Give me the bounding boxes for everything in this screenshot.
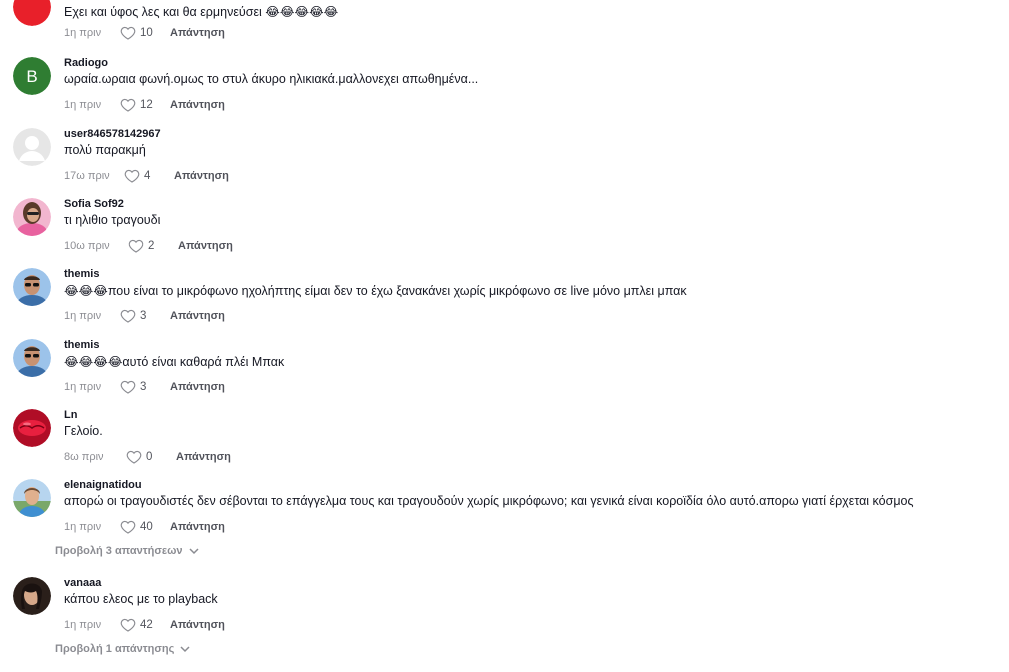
comment-username[interactable]: elenaignatidou <box>64 479 142 491</box>
like-count: 40 <box>140 521 153 533</box>
like-count: 2 <box>148 240 155 252</box>
heart-icon <box>120 309 136 323</box>
comment-username[interactable]: Radiogo <box>64 57 108 69</box>
like-count: 3 <box>140 310 147 322</box>
comment-text: Γελοίο. <box>64 424 103 438</box>
like-button[interactable]: 4 <box>124 169 158 183</box>
comment-username[interactable]: vanaaa <box>64 577 101 589</box>
heart-icon <box>120 618 136 632</box>
chevron-down-icon <box>180 646 190 653</box>
comment-username[interactable]: Ln <box>64 409 77 421</box>
like-count: 0 <box>146 451 153 463</box>
comment-time: 1η πριν <box>64 521 102 533</box>
comment-time: 8ω πριν <box>64 451 104 463</box>
avatar-letter: B <box>26 67 37 86</box>
comments-panel: Εχει και ύφος λες και θα ερμηνεύσει 😂😂😂😂… <box>0 0 1009 672</box>
like-count: 4 <box>144 170 151 182</box>
reply-button[interactable]: Απάντηση <box>170 310 225 322</box>
reply-button[interactable]: Απάντηση <box>170 27 225 39</box>
comment-item: themis 😂😂😂😂αυτό είναι καθαρά πλέι Μπακ 1… <box>0 339 1009 409</box>
comment-item: elenaignatidou απορώ οι τραγουδιστές δεν… <box>0 479 1009 549</box>
like-count: 12 <box>140 99 153 111</box>
heart-icon <box>128 239 144 253</box>
comment-text: ωραία.ωραια φωνή.ομως το στυλ άκυρο ηλικ… <box>64 72 479 86</box>
comment-username[interactable]: themis <box>64 339 99 351</box>
like-button[interactable]: 0 <box>126 450 160 464</box>
comment-meta: 10ω πριν 2 Απάντηση <box>64 238 233 254</box>
heart-icon <box>126 450 142 464</box>
photo-avatar-man-sunglasses[interactable] <box>13 268 51 306</box>
comment-time: 17ω πριν <box>64 170 110 182</box>
like-button[interactable]: 40 <box>120 520 154 534</box>
reply-button[interactable]: Απάντηση <box>170 619 225 631</box>
comment-item: B Radiogo ωραία.ωραια φωνή.ομως το στυλ … <box>0 57 1009 127</box>
heart-icon <box>120 26 136 40</box>
photo-avatar-woman-pink[interactable] <box>13 198 51 236</box>
heart-icon <box>120 520 136 534</box>
like-button[interactable]: 10 <box>120 26 154 40</box>
reply-button[interactable]: Απάντηση <box>176 451 231 463</box>
comment-time: 1η πριν <box>64 99 102 111</box>
comment-text: κάπου ελεος με το playback <box>64 592 218 606</box>
reply-button[interactable]: Απάντηση <box>170 521 225 533</box>
comment-text: 😂😂😂που είναι το μικρόφωνο ηχολήπτης είμα… <box>64 284 687 298</box>
reply-button[interactable]: Απάντηση <box>170 381 225 393</box>
heart-icon <box>120 380 136 394</box>
comment-meta: 1η πριν 40 Απάντηση <box>64 519 225 535</box>
comment-time: 1η πριν <box>64 310 102 322</box>
like-count: 3 <box>140 381 147 393</box>
comment-text: τι ηλιθιο τραγουδι <box>64 213 161 227</box>
like-button[interactable]: 3 <box>120 309 154 323</box>
comment-meta: 1η πριν 12 Απάντηση <box>64 97 225 113</box>
comment-text: Εχει και ύφος λες και θα ερμηνεύσει 😂😂😂😂… <box>64 5 339 19</box>
like-count: 10 <box>140 27 153 39</box>
letter-avatar[interactable]: B <box>13 57 51 95</box>
like-button[interactable]: 3 <box>120 380 154 394</box>
view-replies-button[interactable]: Προβολή 3 απαντήσεων <box>55 545 199 557</box>
comment-meta: 1η πριν 3 Απάντηση <box>64 308 225 324</box>
comment-username[interactable]: Sofia Sof92 <box>64 198 124 210</box>
comment-username[interactable]: user846578142967 <box>64 128 161 140</box>
photo-avatar-red-lips[interactable] <box>13 409 51 447</box>
comment-text: πολύ παρακμή <box>64 143 146 157</box>
comment-meta: 8ω πριν 0 Απάντηση <box>64 449 231 465</box>
comment-item: Εχει και ύφος λες και θα ερμηνεύσει 😂😂😂😂… <box>0 0 1009 58</box>
red-circle-avatar[interactable] <box>13 0 51 26</box>
comment-item: Sofia Sof92 τι ηλιθιο τραγουδι 10ω πριν … <box>0 198 1009 268</box>
comment-meta: 1η πριν 3 Απάντηση <box>64 379 225 395</box>
comment-time: 1η πριν <box>64 27 102 39</box>
photo-avatar-woman-dark[interactable] <box>13 577 51 615</box>
heart-icon <box>120 98 136 112</box>
comment-username[interactable]: themis <box>64 268 99 280</box>
comment-time: 1η πριν <box>64 381 102 393</box>
comment-text: 😂😂😂😂αυτό είναι καθαρά πλέι Μπακ <box>64 355 285 369</box>
comment-item: Ln Γελοίο. 8ω πριν 0 Απάντηση <box>0 409 1009 479</box>
comment-meta: 1η πριν 42 Απάντηση <box>64 617 225 633</box>
like-count: 42 <box>140 619 153 631</box>
comment-meta: 17ω πριν 4 Απάντηση <box>64 168 229 184</box>
comment-item: user846578142967 πολύ παρακμή 17ω πριν 4… <box>0 128 1009 198</box>
view-replies-label: Προβολή 1 απάντησης <box>55 643 175 655</box>
reply-button[interactable]: Απάντηση <box>174 170 229 182</box>
comment-text: απορώ οι τραγουδιστές δεν σέβονται το επ… <box>64 494 914 508</box>
heart-icon <box>124 169 140 183</box>
comment-time: 10ω πριν <box>64 240 110 252</box>
comment-meta: 1η πριν 10 Απάντηση <box>64 25 225 41</box>
default-user-avatar[interactable] <box>13 128 51 166</box>
like-button[interactable]: 42 <box>120 618 154 632</box>
comment-item: vanaaa κάπου ελεος με το playback 1η πρι… <box>0 577 1009 647</box>
photo-avatar-man-sunglasses[interactable] <box>13 339 51 377</box>
photo-avatar-woman-outdoor[interactable] <box>13 479 51 517</box>
reply-button[interactable]: Απάντηση <box>178 240 233 252</box>
chevron-down-icon <box>188 548 199 555</box>
view-replies-label: Προβολή 3 απαντήσεων <box>55 545 183 557</box>
view-replies-button[interactable]: Προβολή 1 απάντησης <box>55 643 190 655</box>
reply-button[interactable]: Απάντηση <box>170 99 225 111</box>
like-button[interactable]: 12 <box>120 98 154 112</box>
comment-item: themis 😂😂😂που είναι το μικρόφωνο ηχολήπτ… <box>0 268 1009 338</box>
like-button[interactable]: 2 <box>128 239 162 253</box>
comment-time: 1η πριν <box>64 619 102 631</box>
